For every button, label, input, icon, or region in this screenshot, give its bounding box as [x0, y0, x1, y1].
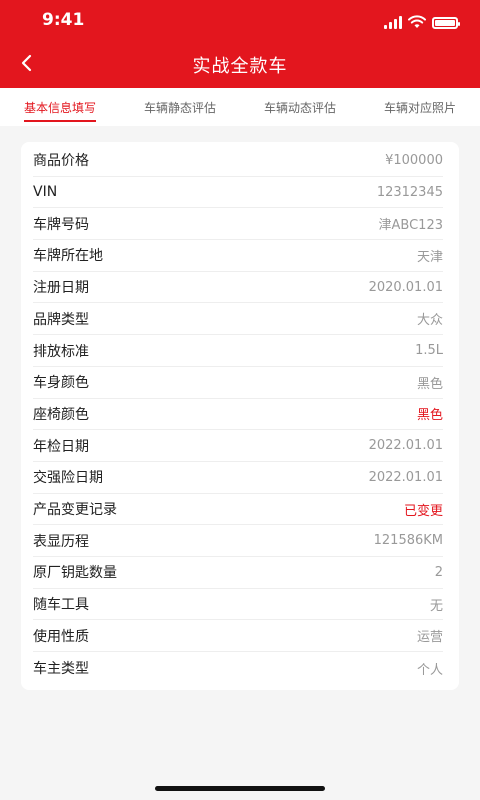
wifi-icon	[408, 15, 426, 28]
detail-label: 车牌号码	[33, 216, 89, 233]
app-header: 9:41 实战全款车	[0, 0, 480, 88]
detail-value: 2	[434, 564, 443, 580]
status-time: 9:41	[42, 10, 85, 30]
detail-value: 12312345	[376, 184, 443, 200]
detail-value: ¥100000	[385, 152, 443, 168]
detail-value: 121586KM	[373, 533, 443, 549]
detail-label: 年检日期	[33, 438, 89, 455]
detail-row: 注册日期 2020.01.01	[33, 272, 443, 304]
detail-label: 使用性质	[33, 628, 89, 645]
detail-label: 商品价格	[33, 153, 89, 170]
home-indicator	[155, 786, 325, 791]
detail-label: 交强险日期	[33, 470, 103, 487]
status-icons	[384, 13, 460, 29]
detail-value: 2022.01.01	[368, 469, 443, 485]
detail-label: 车身颜色	[33, 375, 89, 392]
tab-static-evaluation[interactable]: 车辆静态评估	[140, 88, 220, 126]
battery-icon	[432, 17, 460, 29]
detail-value: 黑色	[416, 376, 443, 392]
detail-row: 年检日期 2022.01.01	[33, 430, 443, 462]
detail-row: 座椅颜色 黑色	[33, 399, 443, 431]
detail-row: 车身颜色 黑色	[33, 367, 443, 399]
detail-value: 大众	[416, 313, 443, 329]
detail-label: VIN	[33, 184, 58, 201]
detail-row: 使用性质 运营	[33, 621, 443, 653]
detail-value: 无	[429, 598, 443, 614]
vehicle-info-card: 商品价格 ¥100000 VIN 12312345 车牌号码 津ABC123 车牌所在地 天津…	[21, 142, 459, 690]
detail-value: 天津	[416, 249, 443, 265]
tab-dynamic-evaluation[interactable]: 车辆动态评估	[260, 88, 340, 126]
detail-row: 原厂钥匙数量 2	[33, 557, 443, 589]
tab-vehicle-photos[interactable]: 车辆对应照片	[380, 88, 460, 126]
detail-label: 品牌类型	[33, 311, 89, 328]
detail-value: 2022.01.01	[368, 438, 443, 454]
detail-value: 2020.01.01	[368, 279, 443, 295]
detail-row: 车牌号码 津ABC123	[33, 208, 443, 241]
tab-basic-info[interactable]: 基本信息填写	[20, 88, 100, 126]
detail-label: 表显历程	[33, 533, 89, 550]
detail-label: 座椅颜色	[33, 406, 89, 423]
detail-value: 1.5L	[415, 343, 443, 359]
detail-row: VIN 12312345	[33, 177, 443, 209]
detail-row: 车牌所在地 天津	[33, 240, 443, 272]
detail-row: 表显历程 121586KM	[33, 525, 443, 558]
tab-bar: 基本信息填写 车辆静态评估 车辆动态评估 车辆对应照片	[0, 88, 480, 126]
detail-row: 排放标准 1.5L	[33, 335, 443, 367]
detail-row: 产品变更记录 已变更	[33, 494, 443, 526]
detail-label: 产品变更记录	[33, 502, 117, 519]
detail-label: 车主类型	[33, 661, 89, 678]
page-title: 实战全款车	[192, 56, 288, 77]
detail-label: 车牌所在地	[33, 248, 103, 265]
detail-value: 运营	[416, 630, 443, 646]
detail-row: 商品价格 ¥100000	[33, 145, 443, 177]
detail-row: 车主类型 个人	[33, 652, 443, 684]
detail-label: 注册日期	[33, 280, 89, 297]
cellular-signal-icon	[384, 15, 402, 29]
detail-label: 原厂钥匙数量	[33, 565, 117, 582]
detail-row: 交强险日期 2022.01.01	[33, 462, 443, 494]
detail-value: 个人	[416, 662, 443, 678]
detail-value: 津ABC123	[378, 218, 443, 234]
detail-row: 品牌类型 大众	[33, 304, 443, 336]
detail-row: 随车工具 无	[33, 589, 443, 621]
detail-label: 随车工具	[33, 597, 89, 614]
detail-value: 黑色	[416, 408, 443, 424]
detail-label: 排放标准	[33, 343, 89, 360]
detail-value: 已变更	[403, 503, 443, 519]
